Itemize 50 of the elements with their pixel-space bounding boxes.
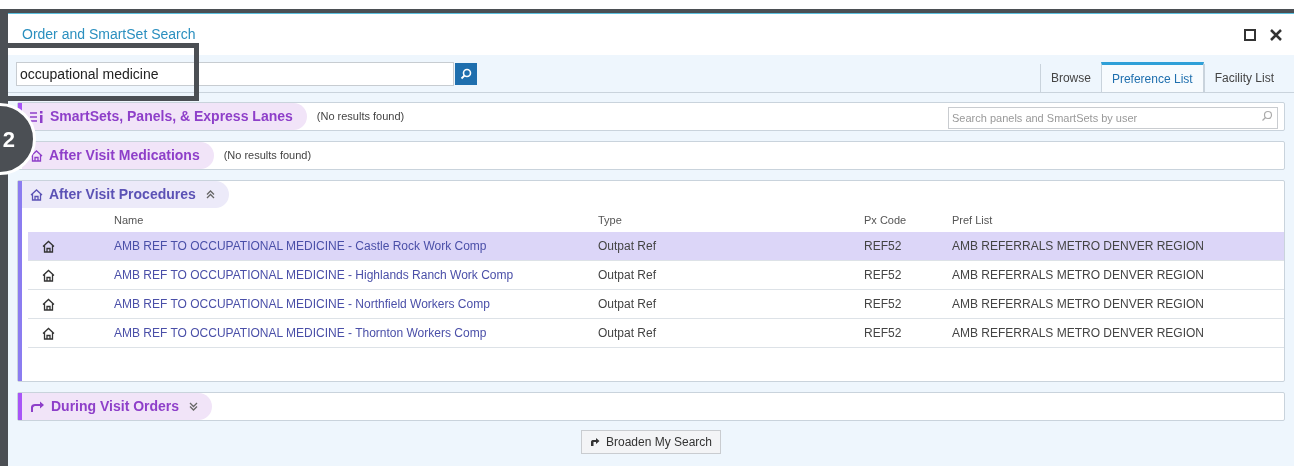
close-icon[interactable]: [1270, 28, 1282, 41]
no-results-text: (No results found): [316, 109, 405, 125]
column-header: Type: [598, 212, 623, 228]
table-cell-text: AMB REFERRALS METRO DENVER REGION: [952, 325, 1206, 342]
house-icon: [30, 188, 43, 201]
section-header[interactable]: SmartSets, Panels, & Express Lanes: [22, 103, 307, 130]
arrow-icon: [589, 437, 600, 447]
section-header[interactable]: After Visit Procedures: [22, 181, 229, 208]
table-cell-text: Outpat Ref: [598, 238, 658, 255]
column-header: Pref List: [952, 212, 994, 228]
table-cell-text: REF52: [864, 238, 903, 255]
expand-icon: [189, 402, 199, 411]
search-field[interactable]: occupational medicine: [16, 62, 454, 86]
no-results-text: (No results found): [223, 148, 312, 164]
search-icon: [460, 68, 472, 80]
table-cell-text: AMB REF TO OCCUPATIONAL MEDICINE - Thornton Workers Comp: [114, 325, 488, 342]
table-row[interactable]: AMB REF TO OCCUPATIONAL MEDICINE - Castle Rock Work Comp Outpat Ref REF52 AMB REFERRALS METRO DENVER REGION: [28, 232, 1284, 261]
table-cell-text: AMB REF TO OCCUPATIONAL MEDICINE - Northfield Workers Comp: [114, 296, 491, 313]
section-header[interactable]: After Visit Medications: [22, 142, 214, 169]
house-icon: [42, 239, 55, 253]
table-cell-text: REF52: [864, 267, 903, 284]
user-search-field[interactable]: Search panels and SmartSets by user: [948, 106, 1278, 129]
table-cell-text: Outpat Ref: [598, 325, 658, 342]
table-cell-text: AMB REFERRALS METRO DENVER REGION: [952, 267, 1206, 284]
tab[interactable]: Browse: [1039, 64, 1101, 92]
search-icon: [1261, 109, 1273, 122]
house-icon: [42, 268, 55, 282]
section-header[interactable]: During Visit Orders: [22, 393, 213, 420]
search-button[interactable]: [455, 63, 477, 85]
column-header: Name: [114, 212, 145, 228]
tab[interactable]: Preference List: [1100, 62, 1204, 92]
table-cell-text: AMB REFERRALS METRO DENVER REGION: [952, 296, 1206, 313]
table-cell-text: Outpat Ref: [598, 267, 658, 284]
table-cell-text: AMB REF TO OCCUPATIONAL MEDICINE - Castle Rock Work Comp: [114, 238, 488, 255]
list-icon: [30, 110, 44, 123]
table-cell-text: AMB REF TO OCCUPATIONAL MEDICINE - Highlands Ranch Work Comp: [114, 267, 515, 284]
house-icon: [42, 326, 55, 340]
house-icon: [30, 149, 43, 162]
collapse-icon: [205, 190, 215, 199]
table-cell-text: REF52: [864, 325, 903, 342]
column-header: Px Code: [864, 212, 908, 228]
broaden-search-button[interactable]: Broaden My Search: [580, 430, 722, 454]
house-icon: [42, 297, 55, 311]
window-title: Order and SmartSet Search: [22, 25, 196, 44]
maximize-icon[interactable]: [1244, 28, 1256, 41]
arrow-icon: [30, 400, 45, 413]
table-cell-text: Outpat Ref: [598, 296, 658, 313]
tab[interactable]: Facility List: [1203, 64, 1284, 92]
table-cell-text: AMB REFERRALS METRO DENVER REGION: [952, 238, 1206, 255]
table-cell-text: REF52: [864, 296, 903, 313]
